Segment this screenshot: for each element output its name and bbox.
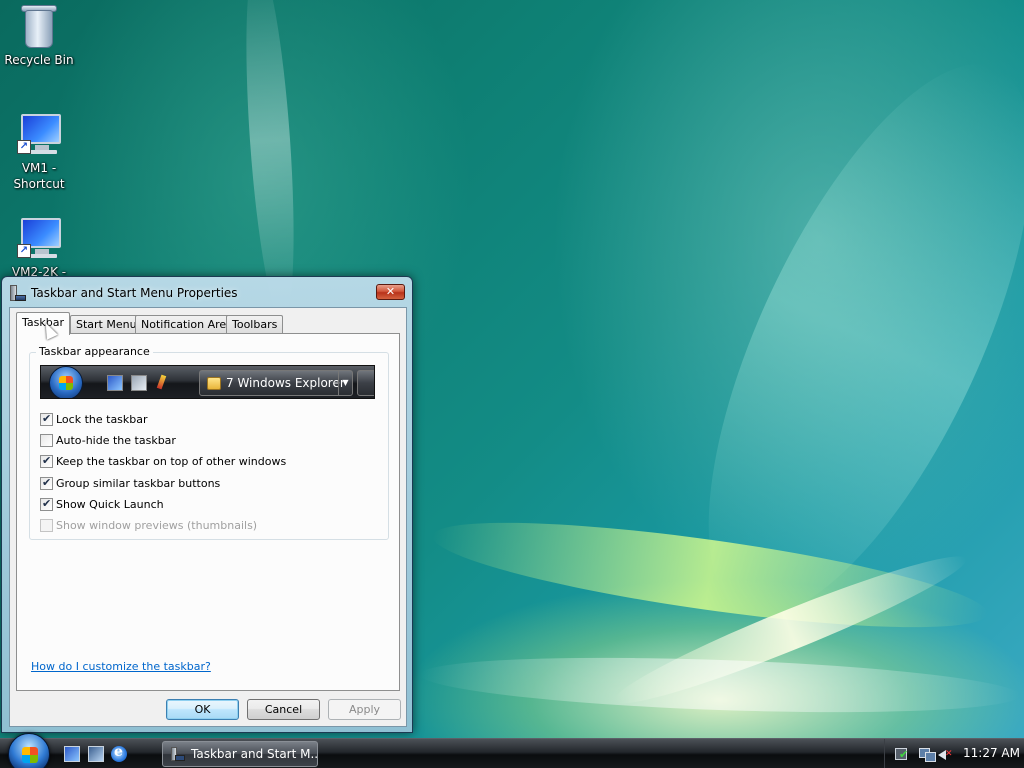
switch-windows-icon[interactable] (88, 746, 104, 762)
option-lock-taskbar[interactable]: Lock the taskbar (40, 411, 148, 427)
taskbar-appearance-group: Taskbar appearance 7 Windows Explorer ▼ (29, 345, 389, 540)
dialog-titlebar[interactable]: Taskbar and Start Menu Properties ✕ (2, 277, 412, 307)
start-orb-icon (49, 366, 83, 398)
computer-shortcut-icon: ↗ (15, 214, 63, 262)
taskbar-preview-image: 7 Windows Explorer ▼ (40, 365, 375, 399)
option-auto-hide[interactable]: Auto-hide the taskbar (40, 432, 176, 448)
desktop-icon-recycle-bin[interactable]: Recycle Bin (1, 2, 77, 68)
computer-shortcut-icon: ↗ (15, 110, 63, 158)
volume-muted-icon[interactable] (937, 746, 953, 762)
show-desktop-icon (107, 375, 123, 391)
tab-start-menu[interactable]: Start Menu (70, 315, 143, 334)
option-label: Group similar taskbar buttons (56, 476, 221, 490)
option-group-similar[interactable]: Group similar taskbar buttons (40, 475, 220, 491)
option-show-quick-launch[interactable]: Show Quick Launch (40, 496, 164, 512)
notification-area: 11:27 AM (884, 739, 1024, 768)
checkbox[interactable] (40, 476, 53, 490)
taskbar: Taskbar and Start M... 11:27 AM (0, 733, 1024, 768)
close-button[interactable]: ✕ (376, 284, 405, 300)
cancel-button[interactable]: Cancel (247, 699, 320, 720)
show-desktop-icon[interactable] (64, 746, 80, 762)
clock[interactable]: 11:27 AM (963, 746, 1020, 760)
ok-button[interactable]: OK (166, 699, 239, 720)
option-label: Show window previews (thumbnails) (56, 518, 258, 532)
tab-notification-area[interactable]: Notification Area (135, 315, 239, 334)
help-link[interactable]: How do I customize the taskbar? (31, 660, 211, 673)
preview-button-label: 7 Windows Explorer (226, 376, 345, 390)
option-keep-on-top[interactable]: Keep the taskbar on top of other windows (40, 453, 286, 469)
internet-explorer-icon[interactable] (111, 744, 127, 762)
taskbar-window-label: Taskbar and Start M... (191, 747, 318, 761)
checkbox[interactable] (40, 433, 53, 447)
desktop-icon-label: Recycle Bin (4, 53, 74, 67)
checkbox[interactable] (40, 454, 53, 468)
desktop-icon-vm1-shortcut[interactable]: ↗ VM1 - Shortcut (1, 110, 77, 192)
checkbox[interactable] (40, 497, 53, 511)
paint-icon (154, 374, 170, 391)
desktop-icon-vm2-shortcut[interactable]: ↗ VM2-2K - (1, 214, 77, 280)
wallpaper-streak (606, 540, 974, 720)
tab-panel-taskbar: Taskbar appearance 7 Windows Explorer ▼ (16, 333, 400, 691)
taskbar-properties-icon (10, 285, 26, 301)
shortcut-arrow-icon: ↗ (17, 244, 31, 258)
checkbox (40, 518, 53, 532)
checkbox[interactable] (40, 412, 53, 426)
option-label: Keep the taskbar on top of other windows (56, 454, 287, 468)
tab-toolbars[interactable]: Toolbars (226, 315, 284, 334)
wallpaper-streak (237, 0, 303, 321)
shortcut-arrow-icon: ↗ (17, 140, 31, 154)
taskbar-window-button[interactable]: Taskbar and Start M... (162, 741, 318, 767)
group-label: Taskbar appearance (36, 345, 153, 358)
dialog-client-area: Taskbar Start Menu Notification Area Too… (9, 307, 407, 727)
desktop-icon-label: VM1 - Shortcut (13, 161, 65, 191)
option-label: Auto-hide the taskbar (56, 433, 176, 447)
wallpaper-streak (419, 649, 1021, 721)
taskbar-properties-dialog: Taskbar and Start Menu Properties ✕ Task… (1, 276, 413, 733)
wallpaper-streak (643, 21, 1024, 659)
option-label: Show Quick Launch (56, 497, 164, 511)
option-label: Lock the taskbar (56, 412, 148, 426)
wallpaper-streak (427, 501, 993, 649)
recycle-bin-icon (15, 2, 63, 50)
notepad-icon (131, 375, 147, 391)
preview-extra-button (357, 370, 374, 396)
network-icon[interactable] (919, 746, 936, 762)
apply-button: Apply (328, 699, 401, 720)
taskbar-properties-icon (171, 747, 185, 761)
folder-icon (207, 377, 221, 390)
chevron-down-icon: ▼ (338, 371, 352, 395)
start-button[interactable] (8, 733, 50, 768)
safely-remove-hardware-icon[interactable] (893, 746, 909, 762)
preview-windows-explorer-button: 7 Windows Explorer ▼ (199, 370, 353, 396)
dialog-title: Taskbar and Start Menu Properties (31, 286, 238, 300)
option-window-previews: Show window previews (thumbnails) (40, 517, 257, 533)
